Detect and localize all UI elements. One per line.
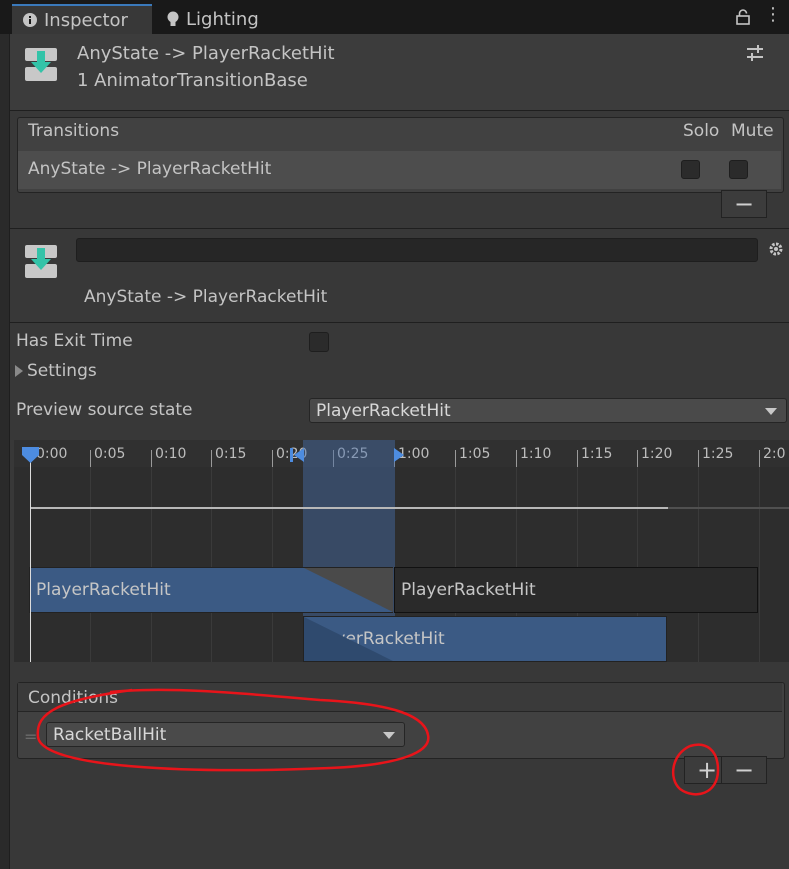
transitions-header: Transitions <box>28 121 120 141</box>
condition-parameter-dropdown[interactable]: RacketBallHit <box>46 722 405 747</box>
remove-transition-button[interactable]: − <box>721 190 767 218</box>
tick-label: 1:15 <box>581 446 613 462</box>
drag-handle-icon[interactable]: = <box>24 727 37 746</box>
chevron-down-icon <box>383 731 395 739</box>
transition-icon <box>25 245 57 278</box>
tick-label: 0:00 <box>36 446 68 462</box>
transition-blend-shape-lower <box>304 617 393 661</box>
solo-column-label: Solo <box>683 121 720 141</box>
lock-icon[interactable] <box>736 9 750 25</box>
preview-source-dropdown[interactable]: PlayerRacketHit <box>309 398 787 423</box>
tick-label: 1:20 <box>641 446 673 462</box>
playhead-marker-icon[interactable] <box>22 447 39 464</box>
tick-label: 1:10 <box>520 446 552 462</box>
dest-state-clip[interactable]: PlayerRacketHit <box>394 567 758 613</box>
mute-column-label: Mute <box>731 121 773 141</box>
transition-row[interactable]: AnyState -> PlayerRacketHit <box>18 151 781 189</box>
mute-checkbox[interactable] <box>729 160 748 179</box>
tab-lighting[interactable]: Lighting <box>156 4 286 34</box>
tick-label: 1:25 <box>702 446 734 462</box>
tab-label: Inspector <box>44 9 128 31</box>
condition-parameter-value: RacketBallHit <box>53 724 167 745</box>
info-icon <box>23 13 37 27</box>
remove-condition-button[interactable]: − <box>721 756 767 784</box>
transition-end-marker-icon[interactable] <box>394 448 408 462</box>
header-title: AnyState -> PlayerRacketHit <box>77 43 335 64</box>
conditions-header-bar <box>18 683 782 712</box>
divider <box>10 322 789 323</box>
transition-row-label: AnyState -> PlayerRacketHit <box>28 159 272 179</box>
lightbulb-icon <box>167 11 179 26</box>
weight-curve <box>30 507 668 509</box>
weight-curve-tail <box>668 507 789 509</box>
left-edge-panel <box>0 34 10 869</box>
playhead-line <box>30 448 31 662</box>
has-exit-time-label: Has Exit Time <box>16 331 133 351</box>
transition-name-field[interactable] <box>76 238 758 262</box>
transition-start-marker-icon[interactable] <box>290 448 304 462</box>
foldout-arrow-icon <box>15 365 23 377</box>
preview-source-label: Preview source state <box>16 400 193 420</box>
tick-label: 0:10 <box>155 446 187 462</box>
tick-label: 2:0 <box>763 446 786 462</box>
preview-source-value: PlayerRacketHit <box>316 400 451 421</box>
divider <box>10 228 789 229</box>
gear-icon[interactable] <box>768 241 784 257</box>
settings-label: Settings <box>27 361 97 381</box>
tab-bar: Inspector Lighting ⋮ <box>0 0 789 35</box>
settings-foldout[interactable]: Settings <box>15 361 97 381</box>
has-exit-time-checkbox[interactable] <box>309 332 329 352</box>
header-subtitle: 1 AnimatorTransitionBase <box>77 70 308 91</box>
transition-timeline[interactable]: 0:00 0:05 0:10 0:15 0:20 0:25 1:00 1:05 … <box>14 440 789 662</box>
tab-label: Lighting <box>186 8 259 30</box>
tick-label: 1:05 <box>459 446 491 462</box>
tick-label: 0:15 <box>215 446 247 462</box>
transition-label: AnyState -> PlayerRacketHit <box>84 287 328 307</box>
solo-checkbox[interactable] <box>681 160 700 179</box>
transition-blend-shape <box>304 568 393 612</box>
clip-label: PlayerRacketHit <box>401 580 536 600</box>
more-options-icon[interactable]: ⋮ <box>764 6 782 24</box>
tick-label: 0:05 <box>94 446 126 462</box>
animator-transition-icon <box>25 48 57 81</box>
conditions-header: Conditions <box>28 688 118 708</box>
preset-sliders-icon[interactable] <box>746 45 764 61</box>
chevron-down-icon <box>765 407 777 415</box>
clip-label: PlayerRacketHit <box>36 580 171 600</box>
tab-inspector[interactable]: Inspector <box>12 4 152 34</box>
